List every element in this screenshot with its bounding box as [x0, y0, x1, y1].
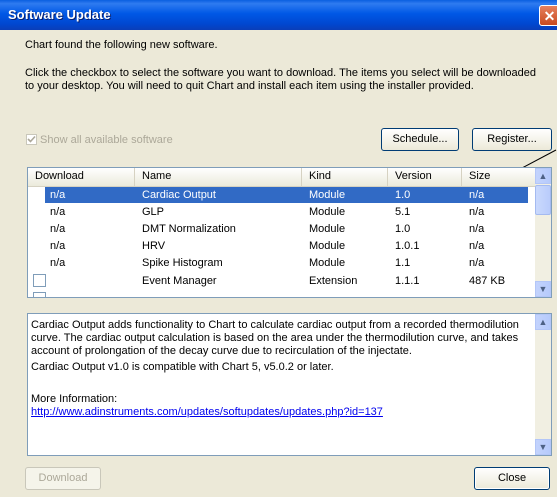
column-name[interactable]: Name: [135, 168, 302, 186]
schedule-button[interactable]: Schedule...: [381, 128, 459, 151]
description-scrollbar[interactable]: ▲ ▼: [535, 314, 551, 455]
cell-download: n/a: [50, 257, 66, 269]
cell-size: n/a: [469, 223, 485, 235]
down-arrow-icon[interactable]: ▼: [535, 439, 551, 455]
column-kind[interactable]: Kind: [302, 168, 388, 186]
column-size[interactable]: Size: [462, 168, 536, 186]
table-row[interactable]: n/a Cardiac Output Module 1.0 n/a: [28, 187, 536, 203]
list-header: Download Name Kind Version Size: [28, 168, 536, 187]
cell-size: n/a: [469, 189, 485, 201]
down-arrow-icon[interactable]: ▼: [535, 281, 551, 297]
list-scrollbar[interactable]: ▲ ▼: [535, 168, 551, 297]
cell-size: n/a: [469, 240, 485, 252]
cell-download: n/a: [50, 189, 66, 201]
cell-size: n/a: [469, 206, 485, 218]
table-row[interactable]: n/a DMT Normalization Module 1.0 n/a: [28, 221, 536, 237]
download-button[interactable]: Download: [25, 467, 101, 490]
column-version[interactable]: Version: [388, 168, 462, 186]
cell-size: n/a: [469, 257, 485, 269]
selection-highlight: [45, 187, 528, 203]
cell-name: Spike Histogram: [142, 257, 223, 269]
window-title: Software Update: [8, 7, 111, 22]
cell-version: 5.1: [395, 206, 411, 218]
cell-kind: Extension: [309, 275, 358, 287]
close-icon[interactable]: ✕: [539, 5, 557, 26]
table-row[interactable]: n/a HRV Module 1.0.1 n/a: [28, 238, 536, 254]
description-box: Cardiac Output adds functionality to Cha…: [27, 313, 552, 456]
up-arrow-icon[interactable]: ▲: [535, 314, 551, 330]
cell-kind: Module: [309, 240, 346, 252]
cell-name: HRV: [142, 240, 166, 252]
cell-size: 487 KB: [469, 275, 506, 287]
download-checkbox[interactable]: [33, 274, 46, 287]
cell-version: 1.0.1: [395, 240, 420, 252]
cell-kind: Module: [309, 189, 346, 201]
show-all-label: Show all available software: [40, 134, 173, 146]
cell-version: 1.0: [395, 189, 411, 201]
intro-text: Chart found the following new software.: [25, 39, 218, 51]
software-update-window: Software Update ✕ Chart found the follow…: [0, 0, 557, 497]
cell-name: Cardiac Output: [142, 189, 216, 201]
cell-kind: Module: [309, 223, 346, 235]
cell-kind: Module: [309, 257, 346, 269]
cell-download: n/a: [50, 240, 66, 252]
cell-download: n/a: [50, 206, 66, 218]
cell-version: 1.1.1: [395, 275, 420, 287]
cell-version: 1.0: [395, 223, 411, 235]
title-bar[interactable]: Software Update ✕: [0, 0, 557, 30]
up-arrow-icon[interactable]: ▲: [535, 168, 551, 184]
scroll-thumb[interactable]: [535, 185, 551, 215]
cell-kind: Module: [309, 206, 346, 218]
compatibility-text: Cardiac Output v1.0 is compatible with C…: [31, 361, 334, 373]
cell-download: n/a: [50, 223, 66, 235]
table-row[interactable]: Event Manager Extension 1.1.1 487 KB: [28, 272, 536, 290]
instructions-text: Click the checkbox to select the softwar…: [25, 67, 536, 92]
more-info-link[interactable]: http://www.adinstruments.com/updates/sof…: [31, 406, 533, 419]
column-download[interactable]: Download: [28, 168, 135, 186]
cell-name: DMT Normalization: [142, 223, 236, 235]
cell-name: Event Manager: [142, 275, 217, 287]
table-row[interactable]: n/a Spike Histogram Module 1.1 n/a: [28, 255, 536, 271]
table-row[interactable]: n/a GLP Module 5.1 n/a: [28, 204, 536, 220]
cell-name: GLP: [142, 206, 165, 218]
cell-version: 1.1: [395, 257, 411, 269]
checkmark-icon: [27, 135, 36, 143]
more-info-label: More Information:: [31, 393, 118, 405]
software-list[interactable]: Download Name Kind Version Size n/a Card…: [27, 167, 552, 298]
description-paragraph: Cardiac Output adds functionality to Cha…: [31, 319, 519, 357]
close-button[interactable]: Close: [474, 467, 550, 490]
register-button[interactable]: Register...: [472, 128, 552, 151]
show-all-checkbox[interactable]: [26, 134, 37, 145]
download-checkbox[interactable]: [33, 292, 46, 297]
